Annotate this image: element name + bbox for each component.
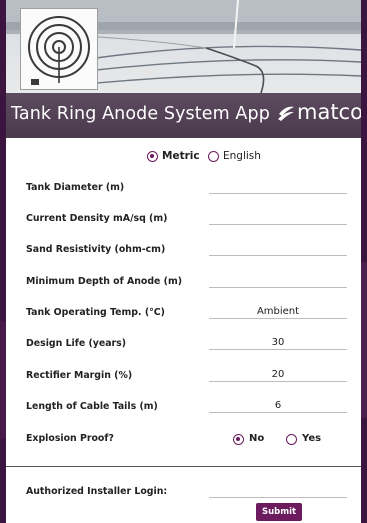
app-title: Tank Ring Anode System App: [11, 104, 270, 124]
installer-login-row: Authorized Installer Login:: [6, 483, 361, 506]
cable-tails-label: Length of Cable Tails (m): [26, 401, 158, 412]
design-life-row: Design Life (years): [6, 335, 361, 358]
operating-temp-label: Tank Operating Temp. (°C): [26, 307, 165, 318]
unit-selector: Metric English: [6, 147, 361, 167]
explosion-no-label: No: [249, 433, 265, 444]
rectifier-margin-row: Rectifier Margin (%): [6, 367, 361, 390]
operating-temp-row: Tank Operating Temp. (°C): [6, 304, 361, 327]
operating-temp-input[interactable]: [209, 304, 347, 319]
section-divider: [6, 466, 361, 467]
cable-tails-input[interactable]: [209, 398, 347, 413]
tank-diameter-row: Tank Diameter (m): [6, 179, 361, 202]
tank-diameter-input[interactable]: [209, 179, 347, 194]
explosion-no-radio[interactable]: [233, 434, 244, 445]
installer-login-input[interactable]: [209, 483, 347, 498]
design-life-label: Design Life (years): [26, 338, 127, 349]
min-anode-depth-row: Minimum Depth of Anode (m): [6, 273, 361, 296]
brand-swoosh-icon: [278, 106, 294, 121]
concentric-rings-logo-icon: [20, 8, 98, 90]
min-anode-depth-input[interactable]: [209, 273, 347, 288]
metric-label: Metric: [162, 150, 200, 162]
design-life-input[interactable]: [209, 335, 347, 350]
brand-name: matcor: [297, 100, 361, 124]
sand-resistivity-input[interactable]: [209, 241, 347, 256]
cable-tails-row: Length of Cable Tails (m): [6, 398, 361, 421]
header-banner-image: [6, 0, 361, 93]
sand-resistivity-row: Sand Resistivity (ohm-cm): [6, 241, 361, 264]
english-label: English: [223, 150, 261, 162]
tank-diameter-label: Tank Diameter (m): [26, 182, 125, 193]
installer-login-label: Authorized Installer Login:: [26, 486, 168, 497]
explosion-proof-row: Explosion Proof? No Yes: [6, 431, 361, 453]
current-density-label: Current Density mA/sq (m): [26, 213, 168, 224]
app-window: Tank Ring Anode System App matcor Metric…: [6, 0, 361, 523]
explosion-yes-label: Yes: [302, 433, 322, 444]
explosion-yes-radio[interactable]: [286, 434, 297, 445]
current-density-input[interactable]: [209, 210, 347, 225]
min-anode-depth-label: Minimum Depth of Anode (m): [26, 276, 183, 287]
metric-radio[interactable]: [147, 151, 158, 162]
sand-resistivity-label: Sand Resistivity (ohm-cm): [26, 244, 166, 255]
explosion-proof-label: Explosion Proof?: [26, 433, 114, 444]
submit-button[interactable]: Submit: [256, 503, 302, 521]
rectifier-margin-label: Rectifier Margin (%): [26, 370, 133, 381]
rectifier-margin-input[interactable]: [209, 367, 347, 382]
brand-logo: matcor: [276, 100, 361, 124]
english-radio[interactable]: [208, 151, 219, 162]
current-density-row: Current Density mA/sq (m): [6, 210, 361, 233]
title-bar: Tank Ring Anode System App matcor: [6, 93, 361, 138]
